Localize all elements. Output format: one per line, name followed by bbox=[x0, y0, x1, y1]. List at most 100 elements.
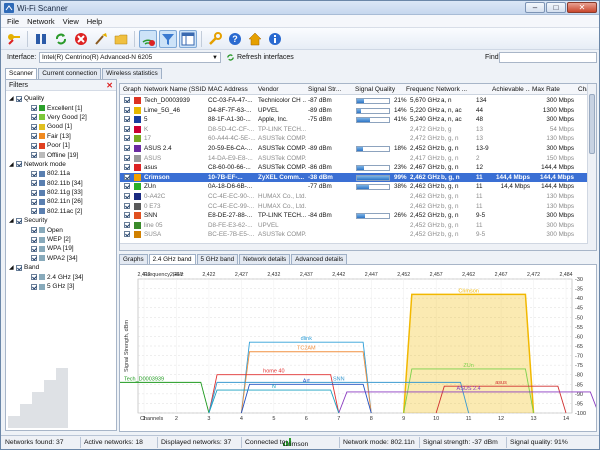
filter-item[interactable]: Fair [13] bbox=[9, 132, 115, 141]
connect-button[interactable] bbox=[5, 30, 23, 48]
expand-icon[interactable]: ◢ bbox=[9, 264, 16, 271]
column-header[interactable]: Max Rate bbox=[532, 86, 574, 93]
filter-checkbox[interactable] bbox=[31, 114, 37, 121]
table-row[interactable]: line 05 D8-FE-E3-62-... UPVEL 2,452 GHz b, g… bbox=[120, 221, 588, 231]
tab-5ghz-band[interactable]: 5 GHz band bbox=[196, 254, 239, 264]
table-row[interactable]: Crimson 10-7B-EF-... ZyXEL Comm... -38 dBm 9… bbox=[120, 172, 588, 183]
filter-checkbox[interactable] bbox=[31, 227, 37, 234]
table-row[interactable]: Tech_D0003939 CC-03-FA-47-... Technicolor … bbox=[120, 96, 588, 106]
export-button[interactable] bbox=[112, 30, 130, 48]
close-button[interactable]: ✕ bbox=[567, 2, 597, 13]
row-graph-checkbox[interactable] bbox=[124, 173, 130, 180]
filter-item[interactable]: Very Good [2] bbox=[9, 113, 115, 122]
row-color-swatch[interactable] bbox=[134, 164, 141, 172]
tab-graphs[interactable]: Graphs bbox=[119, 254, 148, 264]
row-color-swatch[interactable] bbox=[134, 221, 141, 229]
settings-button[interactable] bbox=[206, 30, 224, 48]
filter-group-checkbox[interactable] bbox=[16, 161, 22, 168]
filter-item[interactable]: WPA2 [34] bbox=[9, 254, 115, 263]
table-row[interactable]: ASUS 2.4 20-59-E6-CA-... ASUSTek COMP... -8… bbox=[120, 144, 588, 154]
filter-group[interactable]: ◢ Security bbox=[9, 216, 115, 225]
filter-item[interactable]: 802.11n [26] bbox=[9, 197, 115, 206]
row-color-swatch[interactable] bbox=[134, 154, 141, 162]
column-header[interactable]: Network ... bbox=[436, 86, 468, 93]
filter-checkbox[interactable] bbox=[31, 152, 37, 159]
series-shape[interactable] bbox=[402, 293, 535, 414]
row-graph-checkbox[interactable] bbox=[124, 116, 130, 123]
scan-button[interactable] bbox=[139, 29, 157, 48]
menu-file[interactable]: File bbox=[7, 17, 19, 26]
horizontal-scrollbar[interactable] bbox=[120, 243, 588, 250]
row-graph-checkbox[interactable] bbox=[124, 221, 130, 228]
table-row[interactable]: ZUn 0A-18-D6-6B-... -77 dBm 38% 2,462 GHz b, … bbox=[120, 182, 588, 192]
help-button[interactable]: ? bbox=[226, 30, 244, 48]
table-row[interactable]: 0 E73 CC-4E-EC-99-... HUMAX Co., Ltd. 2,462… bbox=[120, 202, 588, 212]
filter-button[interactable] bbox=[159, 29, 177, 48]
filter-checkbox[interactable] bbox=[31, 198, 37, 205]
minimize-button[interactable]: – bbox=[525, 2, 545, 13]
column-header[interactable]: Frequency bbox=[406, 86, 434, 93]
filter-checkbox[interactable] bbox=[31, 105, 37, 112]
tab-scanner[interactable]: Scanner bbox=[5, 68, 38, 79]
filter-checkbox[interactable] bbox=[31, 133, 37, 140]
table-row[interactable]: asus C8-60-00-66-... ASUSTek COMP... -86 dB… bbox=[120, 163, 588, 173]
expand-icon[interactable]: ◢ bbox=[9, 161, 16, 168]
filter-group[interactable]: ◢ Network mode bbox=[9, 160, 115, 169]
row-color-swatch[interactable] bbox=[134, 212, 141, 220]
table-row[interactable]: SNN E8-DE-27-88-... TP-LINK TECH... -84 dBm… bbox=[120, 211, 588, 221]
row-graph-checkbox[interactable] bbox=[124, 154, 130, 161]
menu-view[interactable]: View bbox=[63, 17, 79, 26]
info-button[interactable] bbox=[266, 30, 284, 48]
table-row[interactable]: 17 60-A44-4C-5E-... ASUSTek COMP... 2,472 G… bbox=[120, 134, 588, 144]
filter-group-checkbox[interactable] bbox=[16, 95, 22, 102]
row-color-swatch[interactable] bbox=[134, 202, 141, 210]
filter-item[interactable]: 5 GHz [3] bbox=[9, 282, 115, 291]
filter-group[interactable]: ◢ Band bbox=[9, 263, 115, 272]
column-header[interactable]: Achievable ... bbox=[492, 86, 530, 93]
table-row[interactable]: 0-A42C CC-4E-EC-90-... HUMAX Co., Ltd. 2,46… bbox=[120, 192, 588, 202]
filter-checkbox[interactable] bbox=[31, 180, 37, 187]
row-graph-checkbox[interactable] bbox=[124, 97, 130, 103]
pause-button[interactable] bbox=[32, 30, 50, 48]
column-header[interactable]: MAC Address bbox=[208, 86, 256, 93]
menu-help[interactable]: Help bbox=[87, 17, 102, 26]
filter-checkbox[interactable] bbox=[31, 142, 37, 149]
tab-current-connection[interactable]: Current connection bbox=[38, 68, 102, 79]
row-graph-checkbox[interactable] bbox=[124, 193, 130, 199]
filter-checkbox[interactable] bbox=[31, 208, 37, 215]
table-row[interactable]: SUSA BC-EE-7B-E5-... ASUSTek COMP... 2,452 … bbox=[120, 230, 588, 240]
filter-checkbox[interactable] bbox=[31, 274, 37, 281]
row-color-swatch[interactable] bbox=[134, 135, 141, 143]
row-color-swatch[interactable] bbox=[134, 125, 141, 133]
table-row[interactable]: K D8-5D-4C-CF-... TP-LINK TECH... 2,472 GHz… bbox=[120, 125, 588, 135]
tab-24ghz-band[interactable]: 2.4 GHz band bbox=[148, 254, 196, 264]
row-color-swatch[interactable] bbox=[134, 145, 141, 152]
filter-item[interactable]: WEP [2] bbox=[9, 235, 115, 244]
row-graph-checkbox[interactable] bbox=[124, 164, 130, 171]
filter-item[interactable]: Good [1] bbox=[9, 122, 115, 131]
filter-item[interactable]: Open bbox=[9, 225, 115, 234]
table-row[interactable]: 5 88-1F-A1-30-... Apple, Inc. -75 dBm 41% 5,2… bbox=[120, 115, 588, 125]
filter-checkbox[interactable] bbox=[31, 236, 37, 243]
filter-checkbox[interactable] bbox=[31, 255, 37, 262]
row-graph-checkbox[interactable] bbox=[124, 106, 130, 113]
find-input[interactable] bbox=[499, 52, 597, 63]
filter-group[interactable]: ◢ Quality bbox=[9, 94, 115, 103]
vertical-scrollbar[interactable] bbox=[587, 84, 596, 250]
clear-filters-icon[interactable]: ✕ bbox=[106, 81, 113, 90]
row-graph-checkbox[interactable] bbox=[124, 212, 130, 219]
refresh-button[interactable] bbox=[52, 30, 70, 48]
filter-checkbox[interactable] bbox=[31, 170, 37, 177]
filter-item[interactable]: 802.11b [34] bbox=[9, 179, 115, 188]
filter-item[interactable]: Offline [19] bbox=[9, 150, 115, 159]
expand-icon[interactable]: ◢ bbox=[9, 217, 16, 224]
row-color-swatch[interactable] bbox=[134, 183, 141, 191]
row-graph-checkbox[interactable] bbox=[124, 202, 130, 209]
table-row[interactable]: ASUS 14-DA-E9-E8-... ASUSTek COMP... 2,417 … bbox=[120, 154, 588, 164]
stop-button[interactable] bbox=[72, 30, 90, 48]
home-button[interactable] bbox=[246, 30, 264, 48]
filter-item[interactable]: Excellent [1] bbox=[9, 103, 115, 112]
expand-icon[interactable]: ◢ bbox=[9, 95, 16, 102]
tab-advanced-details[interactable]: Advanced details bbox=[291, 254, 348, 264]
column-header[interactable]: Signal Str... bbox=[308, 86, 352, 93]
